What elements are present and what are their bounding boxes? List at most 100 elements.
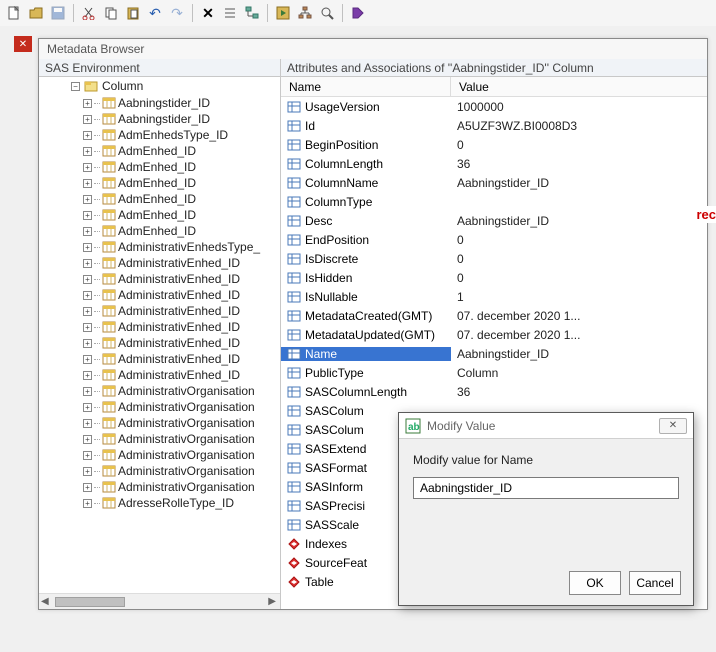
attribute-row[interactable]: PublicTypeColumn — [281, 363, 707, 382]
attribute-row[interactable]: ColumnType — [281, 192, 707, 211]
tree-item[interactable]: +AdministrativEnhed_ID — [39, 303, 280, 319]
redo-icon[interactable]: ↷ — [167, 3, 187, 23]
expand-icon[interactable]: + — [83, 163, 92, 172]
tree-item[interactable]: +AdministrativOrganisation — [39, 479, 280, 495]
tree-item[interactable]: +AdmEnhed_ID — [39, 207, 280, 223]
tree-item[interactable]: +AdmEnhed_ID — [39, 175, 280, 191]
tree-item[interactable]: +Aabningstider_ID — [39, 95, 280, 111]
modify-value-input[interactable] — [413, 477, 679, 499]
tree-item-label: AdmEnhed_ID — [118, 144, 196, 158]
expand-icon[interactable]: + — [83, 195, 92, 204]
expand-icon[interactable]: + — [83, 387, 92, 396]
open-icon[interactable] — [26, 3, 46, 23]
expand-icon[interactable]: + — [83, 211, 92, 220]
tree-item[interactable]: +AdministrativEnhedsType_ — [39, 239, 280, 255]
expand-icon[interactable]: + — [83, 467, 92, 476]
delete-icon[interactable]: ✕ — [198, 3, 218, 23]
expand-icon[interactable]: + — [83, 227, 92, 236]
tree-item[interactable]: +AdministrativOrganisation — [39, 399, 280, 415]
tree-item[interactable]: +AdministrativOrganisation — [39, 415, 280, 431]
expand-icon[interactable]: + — [83, 499, 92, 508]
tree-item[interactable]: + AdmEnhed_ID — [39, 143, 280, 159]
tree-scroll[interactable]: − Column +Aabningstider_ID+Aabningstider… — [39, 77, 280, 593]
column-icon — [102, 304, 116, 318]
horizontal-scrollbar[interactable]: ◀ ▶ — [39, 593, 280, 609]
tree-item[interactable]: +AdmEnhed_ID — [39, 191, 280, 207]
tree-item[interactable]: +AdministrativOrganisation — [39, 447, 280, 463]
ok-button[interactable]: OK — [569, 571, 621, 595]
tree-item[interactable]: +AdministrativEnhed_ID — [39, 335, 280, 351]
expand-icon[interactable]: + — [83, 115, 92, 124]
paste-icon[interactable] — [123, 3, 143, 23]
tree-item[interactable]: +AdministrativOrganisation — [39, 463, 280, 479]
run-icon[interactable] — [273, 3, 293, 23]
expand-icon[interactable]: + — [83, 259, 92, 268]
cancel-button[interactable]: Cancel — [629, 571, 681, 595]
expand-icon[interactable]: + — [83, 99, 92, 108]
close-tab-button[interactable]: ✕ — [14, 36, 32, 52]
attribute-value: 0 — [451, 138, 707, 152]
tree-item[interactable]: +AdministrativEnhed_ID — [39, 287, 280, 303]
expand-icon[interactable]: + — [83, 419, 92, 428]
expand-icon[interactable]: + — [83, 307, 92, 316]
tree-item[interactable]: +AdministrativEnhed_ID — [39, 351, 280, 367]
expand-icon[interactable]: + — [83, 179, 92, 188]
tree-item[interactable]: +AdmEnhed_ID — [39, 159, 280, 175]
tree-item[interactable]: +AdmEnhed_ID — [39, 223, 280, 239]
attribute-row[interactable]: EndPosition0 — [281, 230, 707, 249]
column-header-name[interactable]: Name — [281, 77, 451, 96]
attribute-row[interactable]: MetadataUpdated(GMT)07. december 2020 1.… — [281, 325, 707, 344]
attribute-row[interactable]: MetadataCreated(GMT)07. december 2020 1.… — [281, 306, 707, 325]
expand-icon[interactable]: + — [83, 403, 92, 412]
tree-item[interactable]: +AdministrativOrganisation — [39, 383, 280, 399]
attribute-row[interactable]: IdA5UZF3WZ.BI0008D3 — [281, 116, 707, 135]
expand-icon[interactable]: + — [83, 323, 92, 332]
copy-icon[interactable] — [101, 3, 121, 23]
attribute-row[interactable]: IsDiscrete0 — [281, 249, 707, 268]
expand-icon[interactable]: + — [83, 339, 92, 348]
undo-icon[interactable]: ↶ — [145, 3, 165, 23]
attribute-row[interactable]: UsageVersion1000000 — [281, 97, 707, 116]
tree-item[interactable]: +AdministrativEnhed_ID — [39, 255, 280, 271]
expand-icon[interactable]: + — [83, 275, 92, 284]
help-icon[interactable] — [348, 3, 368, 23]
cut-icon[interactable] — [79, 3, 99, 23]
expand-icon[interactable]: + — [83, 451, 92, 460]
new-icon[interactable] — [4, 3, 24, 23]
attribute-value: Column — [451, 366, 707, 380]
expand-icon[interactable]: + — [83, 243, 92, 252]
tree-item[interactable]: +Aabningstider_ID — [39, 111, 280, 127]
save-icon[interactable] — [48, 3, 68, 23]
find-icon[interactable] — [317, 3, 337, 23]
attribute-row[interactable]: DescAabningstider_ID — [281, 211, 707, 230]
expand-icon[interactable]: + — [83, 131, 92, 140]
tree-item[interactable]: +AdministrativOrganisation — [39, 431, 280, 447]
list-icon[interactable] — [220, 3, 240, 23]
expand-icon[interactable]: + — [83, 435, 92, 444]
expand-icon[interactable]: + — [83, 371, 92, 380]
tree-icon[interactable] — [242, 3, 262, 23]
expand-icon[interactable]: + — [83, 355, 92, 364]
tree-node-column[interactable]: − Column — [39, 77, 280, 95]
collapse-icon[interactable]: − — [71, 82, 80, 91]
tree-item[interactable]: +AdministrativEnhed_ID — [39, 367, 280, 383]
column-header-value[interactable]: Value — [451, 77, 707, 96]
attribute-row[interactable]: ColumnLength36 — [281, 154, 707, 173]
expand-icon[interactable]: + — [83, 147, 92, 156]
attribute-row[interactable]: BeginPosition0 — [281, 135, 707, 154]
attribute-row[interactable]: SASColumnLength36 — [281, 382, 707, 401]
attribute-row[interactable]: NameAabningstider_ID — [281, 344, 707, 363]
dialog-close-button[interactable]: ✕ — [659, 418, 687, 434]
attribute-row[interactable]: IsHidden0 — [281, 268, 707, 287]
tree-item[interactable]: +AdministrativEnhed_ID — [39, 271, 280, 287]
tree-item[interactable]: +AdresseRolleType_ID — [39, 495, 280, 511]
attribute-row[interactable]: ColumnNameAabningstider_ID — [281, 173, 707, 192]
attribute-row[interactable]: IsNullable1 — [281, 287, 707, 306]
expand-icon[interactable]: + — [83, 483, 92, 492]
tree-item[interactable]: +AdmEnhedsType_ID — [39, 127, 280, 143]
tree-item[interactable]: +AdministrativEnhed_ID — [39, 319, 280, 335]
scrollbar-thumb[interactable] — [55, 597, 125, 607]
expand-icon[interactable]: + — [83, 291, 92, 300]
dialog-titlebar[interactable]: ab Modify Value ✕ — [399, 413, 693, 439]
org-icon[interactable] — [295, 3, 315, 23]
